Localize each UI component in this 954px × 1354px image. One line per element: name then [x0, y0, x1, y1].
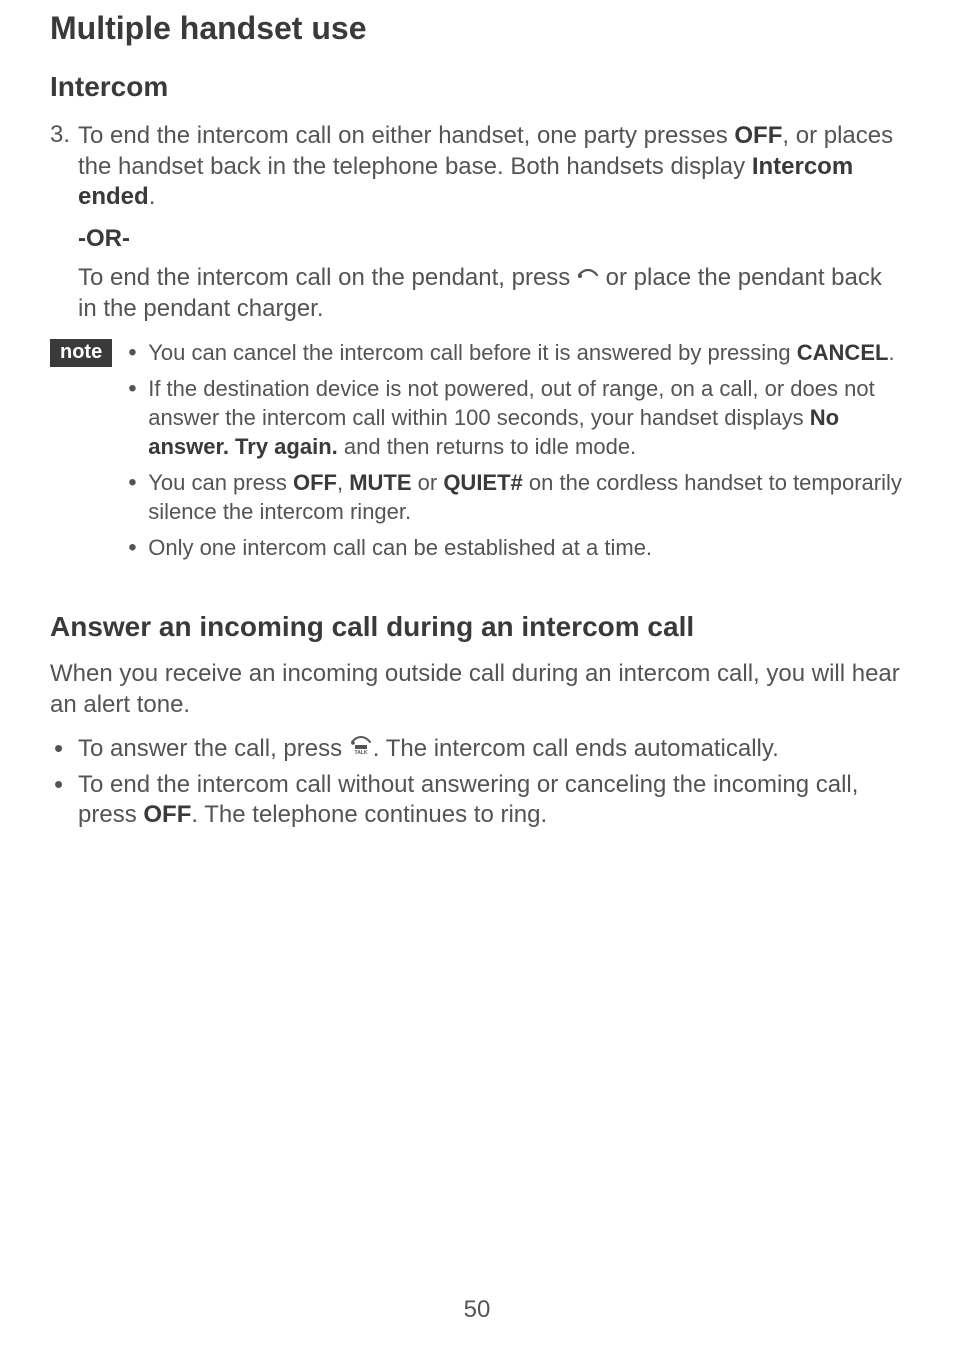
label-cancel: CANCEL — [797, 340, 889, 365]
answer-list: To answer the call, press TALK . The inte… — [50, 734, 904, 830]
note-badge: note — [50, 339, 112, 367]
list-item: To end the intercom call without answeri… — [50, 770, 904, 831]
label-off: OFF — [143, 801, 191, 828]
step-3: 3. To end the intercom call on either ha… — [50, 121, 904, 213]
label-quiet: QUIET# — [443, 470, 522, 495]
label-mute: MUTE — [349, 470, 411, 495]
note-item: You can press OFF, MUTE or QUIET# on the… — [126, 469, 904, 526]
or-label: -OR- — [78, 225, 904, 253]
text-part: . The intercom call ends automatically. — [373, 735, 779, 762]
text-part: To answer the call, press — [78, 735, 349, 762]
page-number: 50 — [0, 1296, 954, 1324]
step-text: To end the intercom call on either hands… — [78, 121, 904, 213]
section-intercom-title: Intercom — [50, 71, 904, 103]
text-part: You can press — [148, 470, 293, 495]
text-part: or — [412, 470, 444, 495]
note-block: note You can cancel the intercom call be… — [50, 339, 904, 571]
text-part: and then returns to idle mode. — [338, 434, 636, 459]
phone-hangup-icon — [577, 261, 599, 292]
pendant-paragraph: To end the intercom call on the pendant,… — [78, 263, 904, 325]
text-part: . — [888, 340, 894, 365]
label-off: OFF — [734, 122, 782, 149]
page-title: Multiple handset use — [50, 10, 904, 47]
section-answer-title: Answer an incoming call during an interc… — [50, 611, 904, 643]
text-part: , — [337, 470, 349, 495]
note-item: You can cancel the intercom call before … — [126, 339, 904, 368]
text-part: If the destination device is not powered… — [148, 376, 874, 430]
note-item: If the destination device is not powered… — [126, 375, 904, 461]
answer-intro-paragraph: When you receive an incoming outside cal… — [50, 659, 904, 720]
note-list: You can cancel the intercom call before … — [126, 339, 904, 571]
text-part: To end the intercom call on the pendant,… — [78, 264, 577, 291]
note-item: Only one intercom call can be establishe… — [126, 534, 904, 563]
list-item: To answer the call, press TALK . The inte… — [50, 734, 904, 765]
svg-text:TALK: TALK — [354, 750, 367, 755]
text-part: . The telephone continues to ring. — [191, 801, 547, 828]
step-number: 3. — [50, 121, 78, 213]
text-part: You can cancel the intercom call before … — [148, 340, 797, 365]
label-off: OFF — [293, 470, 337, 495]
talk-icon: TALK — [349, 733, 373, 764]
text-part: . — [149, 183, 156, 210]
text-part: To end the intercom call on either hands… — [78, 122, 734, 149]
